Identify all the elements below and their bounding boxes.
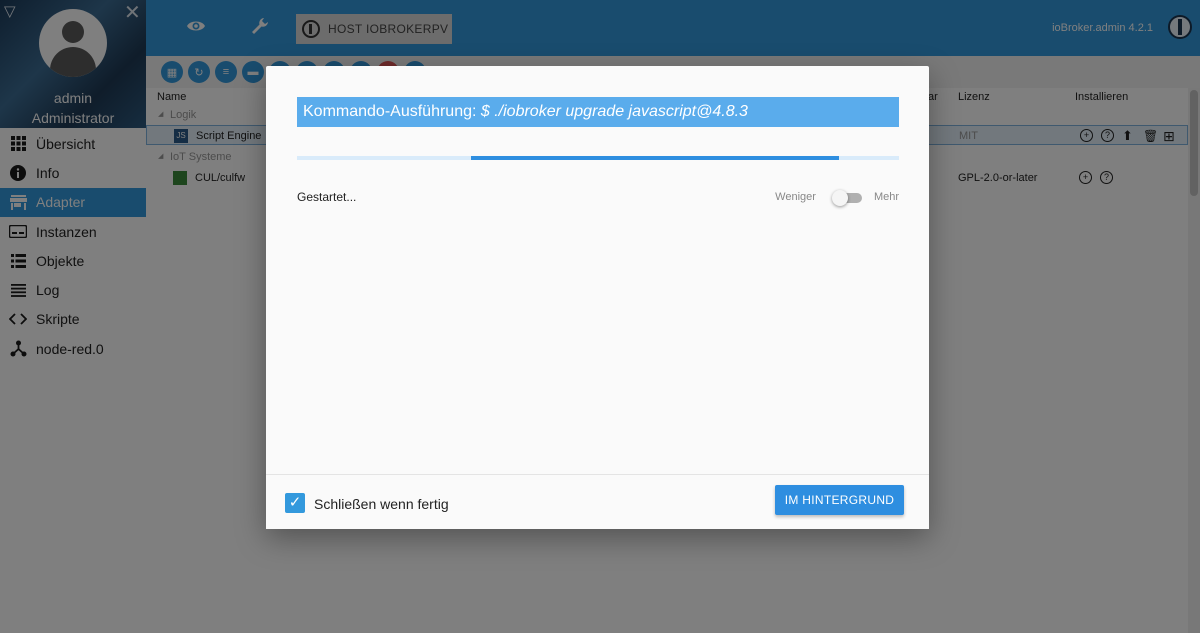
progress-indicator (471, 156, 839, 160)
close-when-done-label[interactable]: Schließen wenn fertig (314, 496, 449, 512)
toggle-label-less: Weniger (775, 191, 816, 203)
switch-knob[interactable] (831, 190, 848, 206)
toggle-label-more: Mehr (873, 191, 899, 203)
verbosity-toggle-row: Weniger Mehr (775, 190, 899, 206)
dialog-title-prefix: Kommando-Ausführung: (303, 103, 477, 120)
background-button[interactable]: IM HINTERGRUND (775, 485, 904, 515)
verbosity-switch[interactable] (831, 190, 862, 206)
command-dialog: Kommando-Ausführung: $ ./iobroker upgrad… (266, 66, 929, 529)
dialog-title: Kommando-Ausführung: $ ./iobroker upgrad… (297, 97, 899, 127)
progress-bar (297, 156, 899, 160)
status-text: Gestartet... (297, 190, 357, 204)
dialog-command: $ ./iobroker upgrade javascript@4.8.3 (480, 103, 748, 120)
close-when-done-checkbox[interactable]: ✓ (285, 493, 305, 513)
dialog-footer: ✓ Schließen wenn fertig IM HINTERGRUND (266, 474, 929, 529)
